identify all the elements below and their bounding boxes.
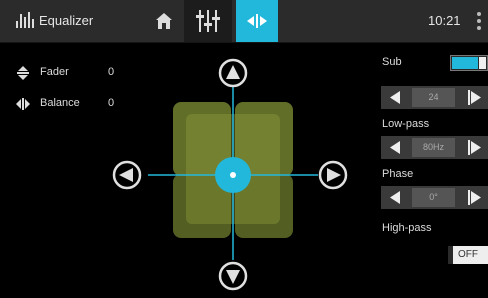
- high-pass-toggle[interactable]: OFF: [448, 246, 488, 264]
- phase-label: Phase: [382, 168, 414, 180]
- arrow-up-icon[interactable]: [218, 58, 248, 88]
- high-pass-toggle-edge: [448, 246, 453, 264]
- sub-level-increase-icon[interactable]: [460, 86, 488, 109]
- sub-label: Sub: [382, 56, 402, 68]
- phase-increase-icon[interactable]: [460, 186, 488, 209]
- arrow-left-icon[interactable]: [112, 160, 142, 190]
- phase-value: 0°: [412, 188, 455, 207]
- position-handle-center: [230, 172, 236, 178]
- low-pass-increase-icon[interactable]: [460, 136, 488, 159]
- phase-decrease-icon[interactable]: [381, 186, 409, 209]
- low-pass-stepper: 80Hz: [381, 136, 488, 159]
- high-pass-value: OFF: [458, 249, 478, 260]
- low-pass-label: Low-pass: [382, 118, 430, 130]
- low-pass-decrease-icon[interactable]: [381, 136, 409, 159]
- sub-toggle-knob: [479, 57, 486, 69]
- phase-stepper: 0°: [381, 186, 488, 209]
- sub-level-decrease-icon[interactable]: [381, 86, 409, 109]
- sub-toggle-fill: [452, 57, 478, 69]
- sub-level-value: 24: [412, 88, 455, 107]
- high-pass-label: High-pass: [382, 222, 432, 234]
- sub-level-stepper: 24: [381, 86, 488, 109]
- arrow-down-icon[interactable]: [218, 261, 248, 291]
- sub-toggle[interactable]: [450, 55, 488, 71]
- arrow-right-icon[interactable]: [318, 160, 348, 190]
- low-pass-value: 80Hz: [412, 138, 455, 157]
